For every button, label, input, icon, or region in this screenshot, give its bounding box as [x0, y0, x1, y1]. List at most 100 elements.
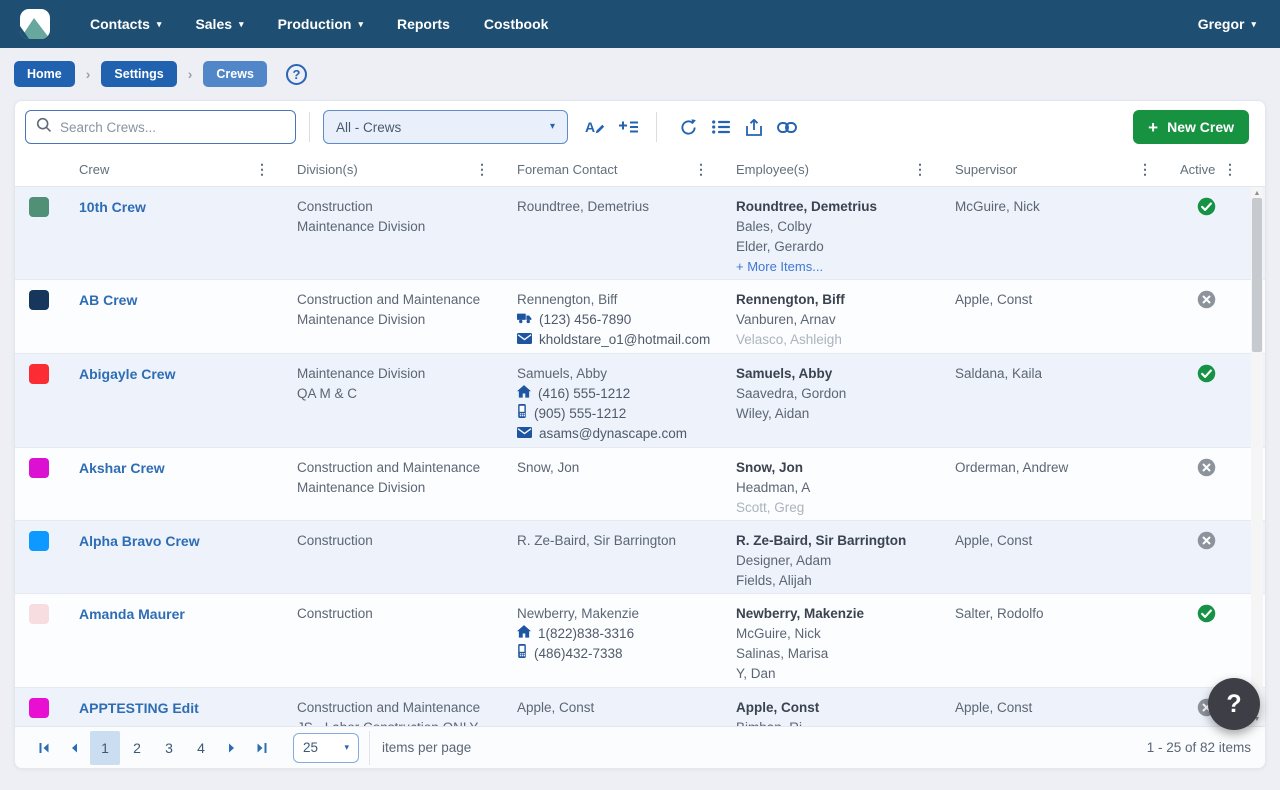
- list-view-icon[interactable]: [706, 112, 736, 142]
- chevron-down-icon: ▾: [157, 20, 162, 29]
- breadcrumb-crews[interactable]: Crews: [203, 61, 267, 87]
- table-row[interactable]: AB CrewConstruction and MaintenanceMaint…: [15, 280, 1265, 354]
- new-crew-button[interactable]: + New Crew: [1133, 110, 1249, 144]
- employee-name: Vanburen, Arnav: [736, 310, 927, 330]
- format-font-edit-icon[interactable]: A: [580, 112, 610, 142]
- employee-name: Samuels, Abby: [736, 364, 927, 384]
- crew-color-swatch: [29, 604, 49, 624]
- table-row[interactable]: Akshar CrewConstruction and MaintenanceM…: [15, 448, 1265, 521]
- scrollbar-thumb[interactable]: [1252, 198, 1262, 352]
- foreman-contact-email: asams@dynascape.com: [517, 424, 708, 444]
- nav-item-sales[interactable]: Sales▾: [195, 16, 243, 32]
- items-per-page-select[interactable]: 25 ▾: [293, 733, 359, 763]
- column-header-crew[interactable]: Crew⋮: [63, 153, 281, 186]
- table-row[interactable]: 10th CrewConstructionMaintenance Divisio…: [15, 187, 1265, 280]
- first-page-button[interactable]: [29, 734, 59, 762]
- column-menu-icon[interactable]: ⋮: [694, 161, 708, 178]
- nav-item-costbook[interactable]: Costbook: [484, 16, 549, 32]
- table-scrollbar[interactable]: ▲ ▼: [1251, 187, 1263, 725]
- inactive-x-icon: [1197, 531, 1216, 593]
- table-row[interactable]: Abigayle CrewMaintenance DivisionQA M & …: [15, 354, 1265, 448]
- foreman-name: Rennengton, Biff: [517, 290, 708, 310]
- help-fab-button[interactable]: ?: [1208, 678, 1260, 730]
- column-header-employees[interactable]: Employee(s)⋮: [720, 153, 939, 186]
- user-menu[interactable]: Gregor▾: [1198, 16, 1256, 32]
- employee-name: Wiley, Aidan: [736, 404, 927, 424]
- crew-link[interactable]: 10th Crew: [79, 199, 146, 215]
- column-header-active[interactable]: Active⋮: [1164, 153, 1249, 186]
- chevron-down-icon: ▾: [550, 122, 555, 132]
- column-menu-icon[interactable]: ⋮: [475, 161, 489, 178]
- column-header-supervisor[interactable]: Supervisor⋮: [939, 153, 1164, 186]
- chevron-down-icon: ▾: [344, 743, 349, 752]
- crew-link[interactable]: Amanda Maurer: [79, 606, 185, 622]
- employee-name: R. Ze-Baird, Sir Barrington: [736, 531, 927, 551]
- breadcrumb-separator-icon: ›: [186, 66, 195, 82]
- inactive-x-icon: [1197, 290, 1216, 353]
- prev-page-button[interactable]: [59, 734, 89, 762]
- crew-link[interactable]: AB Crew: [79, 292, 137, 308]
- column-menu-icon[interactable]: ⋮: [913, 161, 927, 178]
- foreman-contact-truck: (123) 456-7890: [517, 310, 708, 330]
- nav-item-contacts[interactable]: Contacts▾: [90, 16, 161, 32]
- employee-name: Bimban, Ri: [736, 718, 927, 726]
- nav-item-production[interactable]: Production▾: [278, 16, 363, 32]
- breadcrumb-home[interactable]: Home: [14, 61, 75, 87]
- add-to-list-icon[interactable]: [613, 112, 643, 142]
- pager-divider: [369, 731, 370, 765]
- foreman-contact-home: (416) 555-1212: [517, 384, 708, 404]
- division-name: Construction: [297, 604, 489, 624]
- column-header-divisions[interactable]: Division(s)⋮: [281, 153, 501, 186]
- search-box: [25, 110, 296, 144]
- page-button-4[interactable]: 4: [186, 731, 216, 765]
- crew-color-swatch: [29, 698, 49, 718]
- export-icon[interactable]: [739, 112, 769, 142]
- column-menu-icon[interactable]: ⋮: [255, 161, 269, 178]
- division-name: Construction: [297, 531, 489, 551]
- employee-name: Snow, Jon: [736, 458, 927, 478]
- copy-link-icon[interactable]: [772, 112, 802, 142]
- column-menu-icon[interactable]: ⋮: [1223, 161, 1237, 178]
- employee-name: Headman, A: [736, 478, 927, 498]
- employee-name: Saavedra, Gordon: [736, 384, 927, 404]
- division-name: Construction and Maintenance: [297, 290, 489, 310]
- employee-name: Apple, Const: [736, 698, 927, 718]
- employee-name: Bales, Colby: [736, 217, 927, 237]
- view-filter-select[interactable]: All - Crews ▾: [323, 110, 568, 144]
- search-input[interactable]: [60, 120, 285, 135]
- nav-item-reports[interactable]: Reports: [397, 16, 450, 32]
- table-row[interactable]: Alpha Bravo Crew Construction R. Ze-Baird,…: [15, 521, 1265, 594]
- supervisor-name: Saldana, Kaila: [955, 364, 1152, 384]
- table-row[interactable]: APPTESTING EditConstruction and Maintena…: [15, 688, 1265, 726]
- refresh-icon[interactable]: [673, 112, 703, 142]
- column-menu-icon[interactable]: ⋮: [1138, 161, 1152, 178]
- crew-link[interactable]: Alpha Bravo Crew: [79, 533, 200, 549]
- employee-name: Designer, Adam: [736, 551, 927, 571]
- page-button-1[interactable]: 1: [90, 731, 120, 765]
- home-icon: [517, 384, 531, 404]
- table-row[interactable]: Amanda MaurerConstructionNewberry, Maken…: [15, 594, 1265, 688]
- truck-icon: [517, 310, 532, 330]
- crew-link[interactable]: APPTESTING Edit: [79, 700, 199, 716]
- breadcrumb-settings[interactable]: Settings: [101, 61, 176, 87]
- crew-link[interactable]: Abigayle Crew: [79, 366, 175, 382]
- division-name: Maintenance Division: [297, 364, 489, 384]
- mobile-icon: [517, 404, 527, 424]
- employee-name: Scott, Greg: [736, 498, 927, 518]
- pagination-summary: 1 - 25 of 82 items: [1147, 740, 1251, 755]
- page-button-3[interactable]: 3: [154, 731, 184, 765]
- last-page-button[interactable]: [247, 734, 277, 762]
- column-header-foreman[interactable]: Foreman Contact⋮: [501, 153, 720, 186]
- crews-panel: All - Crews ▾ A: [14, 100, 1266, 769]
- more-items-link[interactable]: + More Items...: [736, 257, 927, 277]
- chevron-down-icon: ▾: [1251, 20, 1256, 29]
- supervisor-name: McGuire, Nick: [955, 197, 1152, 217]
- page-button-2[interactable]: 2: [122, 731, 152, 765]
- app-logo[interactable]: [18, 7, 52, 41]
- mobile-icon: [517, 644, 527, 664]
- next-page-button[interactable]: [217, 734, 247, 762]
- crew-link[interactable]: Akshar Crew: [79, 460, 165, 476]
- page-help-icon[interactable]: ?: [286, 64, 307, 85]
- home-icon: [517, 624, 531, 644]
- active-check-icon: [1197, 197, 1216, 279]
